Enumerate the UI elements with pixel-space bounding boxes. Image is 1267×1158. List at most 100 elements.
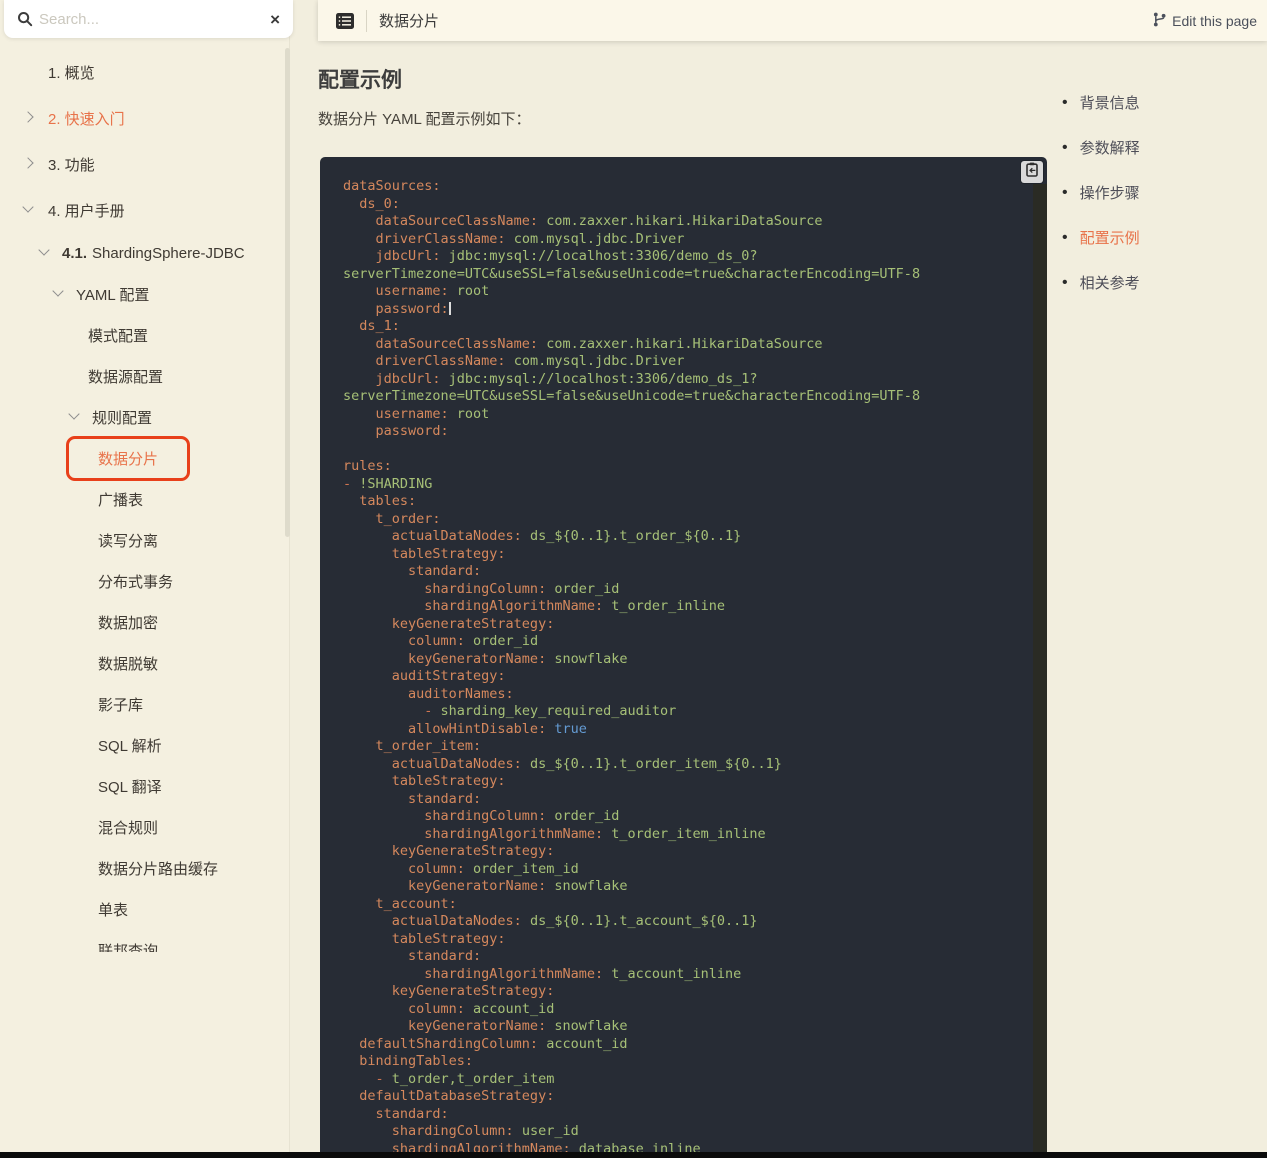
sidebar-toggle-icon[interactable]: [336, 13, 354, 29]
code-line: column: order_id: [343, 633, 1033, 651]
code-line: defaultShardingColumn: account_id: [343, 1036, 1033, 1054]
sidebar-item[interactable]: 数据脱敏: [0, 643, 290, 684]
code-line: auditorNames:: [343, 686, 1033, 704]
sidebar-item-label: 单表: [98, 899, 128, 920]
copy-code-button[interactable]: [1021, 161, 1043, 183]
sidebar-item-label: 数据加密: [98, 612, 158, 633]
code-line: tableStrategy:: [343, 773, 1033, 791]
yaml-code-block: dataSources: ds_0: dataSourceClassName: …: [320, 157, 1047, 1158]
code-line: actualDataNodes: ds_${0..1}.t_order_${0.…: [343, 528, 1033, 546]
code-line: keyGenerateStrategy:: [343, 616, 1033, 634]
topbar: 数据分片 Edit this page: [318, 0, 1267, 41]
code-line: keyGenerateStrategy:: [343, 843, 1033, 861]
sidebar-item[interactable]: 3. 功能: [0, 141, 290, 187]
section-heading: 配置示例: [318, 64, 402, 94]
code-line: ds_0:: [343, 196, 1033, 214]
toc-item[interactable]: 参数解释: [1062, 137, 1140, 158]
sidebar-item-label: 模式配置: [88, 325, 148, 346]
code-line: actualDataNodes: ds_${0..1}.t_account_${…: [343, 913, 1033, 931]
sidebar-item[interactable]: 数据源配置: [0, 356, 290, 397]
chevron-right-icon[interactable]: [22, 111, 33, 122]
code-line: t_account:: [343, 896, 1033, 914]
git-branch-icon: [1153, 12, 1166, 30]
sidebar-item[interactable]: 数据分片路由缓存: [0, 848, 290, 889]
sidebar: × 1. 概览 2. 快速入门3. 功能 4. 用户手册 4.1.ShardingSp…: [0, 0, 290, 1158]
chevron-down-icon[interactable]: [22, 201, 33, 212]
sidebar-item-label: 4. 用户手册: [48, 200, 125, 221]
sidebar-item-label: YAML 配置: [76, 284, 149, 305]
code-line: shardingAlgorithmName: t_account_inline: [343, 966, 1033, 984]
code-line: dataSourceClassName: com.zaxxer.hikari.H…: [343, 213, 1033, 231]
sidebar-item[interactable]: 1. 概览: [0, 49, 290, 95]
search-icon: [17, 11, 33, 27]
sidebar-item[interactable]: YAML 配置: [0, 274, 290, 315]
sidebar-item[interactable]: 2. 快速入门: [0, 95, 290, 141]
sidebar-item[interactable]: 4.1.ShardingSphere-JDBC: [0, 233, 290, 274]
code-line: bindingTables:: [343, 1053, 1033, 1071]
chevron-down-icon[interactable]: [52, 285, 63, 296]
code-line: username: root: [343, 406, 1033, 424]
code-scrollbar[interactable]: [1033, 184, 1047, 1152]
code-line: auditStrategy:: [343, 668, 1033, 686]
sidebar-item-label: 数据脱敏: [98, 653, 158, 674]
sidebar-item[interactable]: 数据分片: [0, 438, 290, 479]
sidebar-item[interactable]: 混合规则: [0, 807, 290, 848]
toc-item[interactable]: 操作步骤: [1062, 182, 1140, 203]
sidebar-scrollbar[interactable]: [285, 48, 290, 537]
code-line: username: root: [343, 283, 1033, 301]
code-line: shardingColumn: user_id: [343, 1123, 1033, 1141]
sidebar-item[interactable]: 规则配置: [0, 397, 290, 438]
code-line: shardingAlgorithmName: t_order_item_inli…: [343, 826, 1033, 844]
toc-item[interactable]: 背景信息: [1062, 92, 1140, 113]
sidebar-item-label: 数据分片路由缓存: [98, 858, 218, 879]
code-line: shardingAlgorithmName: t_order_inline: [343, 598, 1033, 616]
text-caret: [449, 302, 451, 315]
toc-item[interactable]: 相关参考: [1062, 272, 1140, 293]
topbar-divider: [366, 10, 367, 32]
sidebar-item[interactable]: 分布式事务: [0, 561, 290, 602]
code-line: allowHintDisable: true: [343, 721, 1033, 739]
code-line: defaultDatabaseStrategy:: [343, 1088, 1033, 1106]
chevron-down-icon[interactable]: [68, 408, 79, 419]
code-line: ds_1:: [343, 318, 1033, 336]
sidebar-item[interactable]: 广播表: [0, 479, 290, 520]
code-line: serverTimezone=UTC&useSSL=false&useUnico…: [343, 266, 1033, 284]
code-line: jdbcUrl: jdbc:mysql://localhost:3306/dem…: [343, 248, 1033, 266]
sidebar-item[interactable]: SQL 解析: [0, 725, 290, 766]
intro-text: 数据分片 YAML 配置示例如下：: [318, 108, 531, 129]
code-line: driverClassName: com.mysql.jdbc.Driver: [343, 353, 1033, 371]
code-line: standard:: [343, 791, 1033, 809]
sidebar-item-label: 1. 概览: [48, 62, 95, 83]
sidebar-item-label-highlighted: 数据分片: [66, 436, 190, 481]
code-line: keyGeneratorName: snowflake: [343, 1018, 1033, 1036]
code-line: t_order_item:: [343, 738, 1033, 756]
code-line: shardingColumn: order_id: [343, 581, 1033, 599]
code-line: - sharding_key_required_auditor: [343, 703, 1033, 721]
sidebar-item[interactable]: 4. 用户手册: [0, 187, 290, 233]
sidebar-item[interactable]: 数据加密: [0, 602, 290, 643]
edit-this-page-link[interactable]: Edit this page: [1153, 12, 1257, 30]
close-icon[interactable]: ×: [270, 11, 280, 28]
chevron-down-icon[interactable]: [38, 244, 49, 255]
code-line: rules:: [343, 458, 1033, 476]
code-line: driverClassName: com.mysql.jdbc.Driver: [343, 231, 1033, 249]
search-input[interactable]: [33, 11, 270, 28]
sidebar-item-label: SQL 翻译: [98, 776, 162, 797]
sidebar-item[interactable]: 单表: [0, 889, 290, 930]
toc-item[interactable]: 配置示例: [1062, 227, 1140, 248]
code-line: dataSources:: [343, 178, 1033, 196]
code-line: - !SHARDING: [343, 476, 1033, 494]
sidebar-item[interactable]: 影子库: [0, 684, 290, 725]
sidebar-item[interactable]: 模式配置: [0, 315, 290, 356]
code-line: keyGeneratorName: snowflake: [343, 651, 1033, 669]
edit-this-page-label: Edit this page: [1172, 13, 1257, 29]
sidebar-item-label: 数据源配置: [88, 366, 163, 387]
chevron-right-icon[interactable]: [22, 157, 33, 168]
sidebar-item[interactable]: 联邦查询: [0, 930, 290, 952]
toc: 背景信息参数解释操作步骤配置示例相关参考: [1062, 92, 1140, 317]
search-bar[interactable]: ×: [4, 0, 293, 38]
sidebar-item[interactable]: 读写分离: [0, 520, 290, 561]
sidebar-item[interactable]: SQL 翻译: [0, 766, 290, 807]
code-line: standard:: [343, 948, 1033, 966]
code-line: keyGeneratorName: snowflake: [343, 878, 1033, 896]
